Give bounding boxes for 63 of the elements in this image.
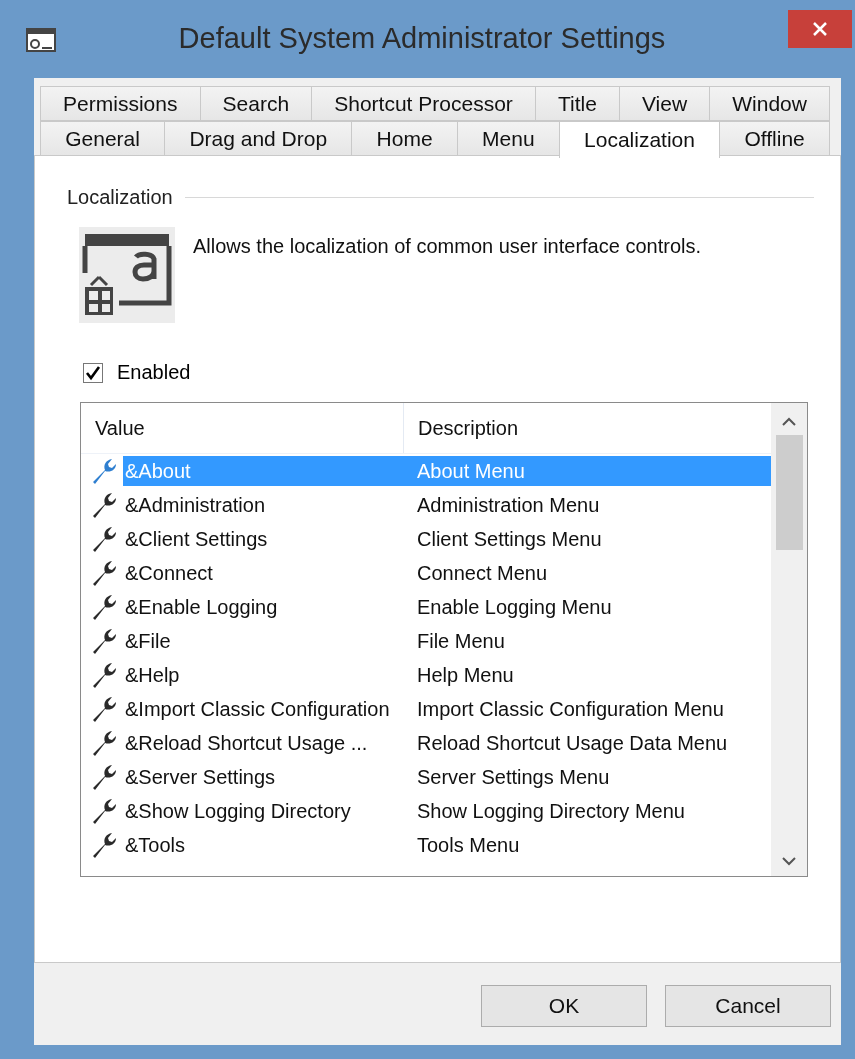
tab[interactable]: Search bbox=[199, 86, 313, 121]
checkbox-label: Enabled bbox=[117, 361, 191, 384]
value-cell-text: &Administration bbox=[124, 493, 267, 517]
tab[interactable]: View bbox=[618, 86, 711, 121]
tab[interactable]: Localization bbox=[558, 121, 721, 158]
description-cell: Import Classic Configuration Menu bbox=[417, 697, 724, 721]
tab[interactable]: Offline bbox=[719, 121, 830, 156]
description-text: Allows the localization of common user interface controls. bbox=[193, 234, 701, 259]
value-cell-text: &Reload Shortcut Usage ... bbox=[124, 731, 369, 755]
value-cell-text: &About bbox=[124, 459, 192, 483]
dialog-button[interactable]: OK bbox=[481, 985, 647, 1027]
scroll-up-icon[interactable] bbox=[782, 417, 796, 427]
tab[interactable]: Drag and Drop bbox=[164, 121, 353, 156]
value-cell-text: &Server Settings bbox=[124, 765, 277, 789]
list-row[interactable]: &Help Help Menu bbox=[123, 660, 771, 690]
value-cell-text: &Connect bbox=[124, 561, 214, 585]
description-cell: File Menu bbox=[417, 629, 505, 653]
list-row[interactable]: &File File Menu bbox=[123, 626, 771, 656]
description-cell: Reload Shortcut Usage Data Menu bbox=[417, 731, 728, 755]
scroll-down-icon[interactable] bbox=[782, 856, 796, 866]
description-cell: Connect Menu bbox=[417, 561, 548, 585]
column-header[interactable]: Value bbox=[81, 403, 404, 453]
description-cell: Enable Logging Menu bbox=[417, 595, 612, 619]
list-row[interactable]: &Import Classic Configuration Import Classic Configuration Menu bbox=[123, 694, 771, 724]
list-row[interactable]: &Server Settings Server Settings Menu bbox=[123, 762, 771, 792]
list-row[interactable]: &Administration Administration Menu bbox=[123, 490, 771, 520]
list-row[interactable]: &Connect Connect Menu bbox=[123, 558, 771, 588]
value-cell-text: &File bbox=[124, 629, 172, 653]
description-cell: Help Menu bbox=[417, 663, 514, 687]
close-button[interactable] bbox=[788, 10, 852, 48]
tab[interactable]: Menu bbox=[456, 121, 560, 156]
list-row[interactable]: &Client Settings Client Settings Menu bbox=[123, 524, 771, 554]
enabled-checkbox[interactable] bbox=[83, 362, 103, 383]
list-row[interactable]: &Reload Shortcut Usage ... Reload Shortcut Usage Data Menu bbox=[123, 728, 771, 758]
value-cell-text: &Enable Logging bbox=[124, 595, 279, 619]
tab[interactable]: Title bbox=[534, 86, 620, 121]
description-cell: About Menu bbox=[417, 459, 525, 483]
description-cell: Administration Menu bbox=[417, 493, 600, 517]
value-cell-text: &Tools bbox=[124, 833, 187, 857]
value-cell-text: &Client Settings bbox=[124, 527, 269, 551]
close-icon bbox=[812, 21, 828, 37]
tab[interactable]: Window bbox=[709, 86, 830, 121]
tab[interactable]: Shortcut Processor bbox=[311, 86, 536, 121]
scrollbar[interactable] bbox=[771, 403, 807, 876]
description-cell: Client Settings Menu bbox=[417, 527, 602, 551]
list-row[interactable]: &Enable Logging Enable Logging Menu bbox=[123, 592, 771, 622]
column-header[interactable]: Description bbox=[404, 403, 533, 453]
window-gift-icon bbox=[79, 227, 175, 323]
tab[interactable]: General bbox=[40, 121, 166, 156]
section-title: Localization bbox=[67, 186, 173, 209]
list-row[interactable]: &Tools Tools Menu bbox=[123, 830, 771, 860]
list-row[interactable]: &Show Logging Directory Show Logging Directory Menu bbox=[123, 796, 771, 826]
window-title: Default System Administrator Settings bbox=[177, 21, 667, 55]
description-cell: Tools Menu bbox=[417, 833, 520, 857]
description-cell: Server Settings Menu bbox=[417, 765, 610, 789]
tab[interactable]: Home bbox=[351, 121, 458, 156]
value-cell-text: &Import Classic Configuration bbox=[124, 697, 391, 721]
value-cell-text: &Show Logging Directory bbox=[124, 799, 352, 823]
dialog-button[interactable]: Cancel bbox=[665, 985, 831, 1027]
scrollbar-thumb[interactable] bbox=[775, 435, 803, 550]
tab[interactable]: Permissions bbox=[40, 86, 201, 121]
value-cell-text: &Help bbox=[124, 663, 181, 687]
description-cell: Show Logging Directory Menu bbox=[417, 799, 685, 823]
